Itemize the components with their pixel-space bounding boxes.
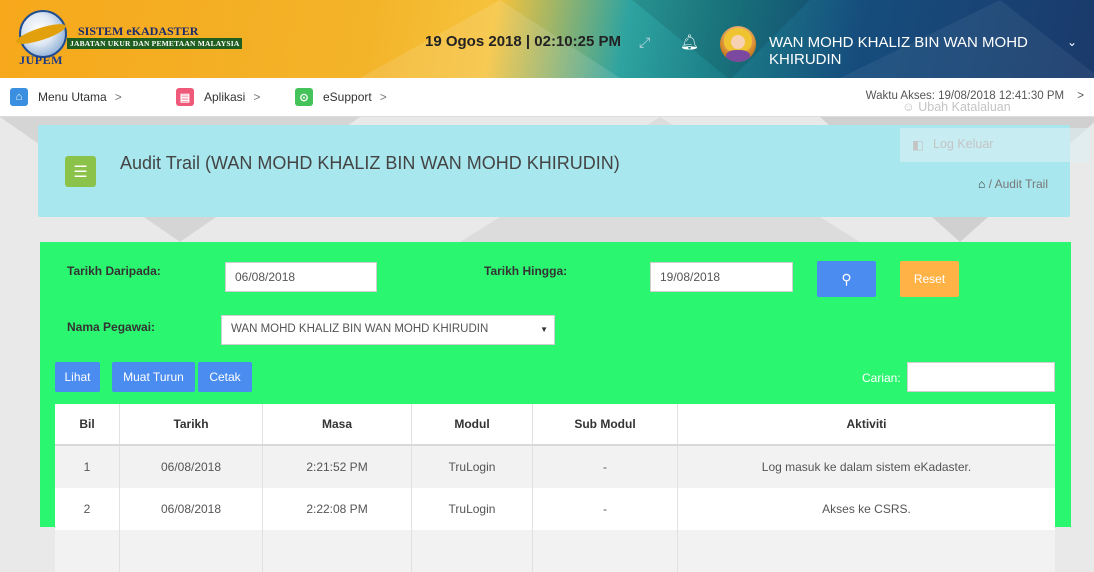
nav-item-esupport[interactable]: ⊙ eSupport > [295, 87, 387, 107]
current-datetime: 19 Ogos 2018 | 02:10:25 PM [425, 33, 621, 50]
chevron-right-icon: > [1077, 90, 1084, 102]
list-icon: ☰ [65, 156, 96, 187]
home-icon: ⌂ [10, 88, 28, 106]
cell-sub-modul: - [532, 488, 678, 530]
nama-pegawai-selected: WAN MOHD KHALIZ BIN WAN MOHD KHIRUDIN [231, 323, 489, 335]
table-row[interactable]: 2 06/08/2018 2:22:08 PM TruLogin - Akses… [55, 488, 1055, 530]
table-row[interactable] [55, 530, 1055, 572]
logout-link[interactable]: ◧ Log Keluar [900, 128, 1090, 162]
cell-tarikh: 06/08/2018 [119, 488, 263, 530]
home-icon[interactable]: ⌂ [978, 177, 985, 191]
audit-filter-panel: Tarikh Daripada: 06/08/2018 Tarikh Hingg… [40, 242, 1071, 572]
column-header-tarikh[interactable]: Tarikh [119, 404, 263, 446]
jupem-logo[interactable]: JUPEM [14, 10, 68, 68]
table-header-row: Bil Tarikh Masa Modul Sub Modul Aktiviti [55, 404, 1055, 446]
breadcrumb: ⌂ / Audit Trail [978, 177, 1048, 191]
nama-pegawai-select[interactable]: WAN MOHD KHALIZ BIN WAN MOHD KHIRUDIN ▼ [221, 315, 555, 345]
tarikh-daripada-input[interactable]: 06/08/2018 [225, 262, 377, 292]
top-header: JUPEM SISTEM eKADASTER JABATAN UKUR DAN … [0, 0, 1094, 78]
nav-item-label: eSupport [323, 90, 372, 104]
brand-subtitle: JABATAN UKUR DAN PEMETAAN MALAYSIA [67, 38, 243, 49]
logout-label: Log Keluar [933, 137, 994, 151]
nama-pegawai-label: Nama Pegawai: [67, 320, 156, 334]
logout-icon: ◧ [912, 138, 924, 152]
user-icon: ☺ [902, 100, 915, 114]
muat-turun-button[interactable]: Muat Turun [112, 362, 195, 392]
cell-tarikh: 06/08/2018 [119, 445, 263, 488]
cell-empty [677, 530, 1055, 572]
reset-button[interactable]: Reset [900, 261, 959, 297]
avatar[interactable] [720, 26, 756, 62]
notification-bell-icon[interactable]: 🔔︎ [680, 33, 699, 51]
chevron-down-icon[interactable]: ⌄ [1067, 35, 1077, 49]
column-header-aktiviti[interactable]: Aktiviti [677, 404, 1055, 446]
avatar-body [726, 50, 750, 62]
column-header-modul[interactable]: Modul [411, 404, 533, 446]
cell-empty [532, 530, 678, 572]
fullscreen-icon[interactable]: ⤢ [639, 34, 650, 51]
cell-aktiviti: Akses ke CSRS. [677, 488, 1055, 530]
cell-empty [411, 530, 533, 572]
nav-item-label: Aplikasi [204, 90, 246, 104]
breadcrumb-current: / Audit Trail [988, 177, 1048, 191]
cell-aktiviti: Log masuk ke dalam sistem eKadaster. [677, 445, 1055, 488]
brand-title: SISTEM eKADASTER [78, 24, 199, 38]
table-row[interactable]: 1 06/08/2018 2:21:52 PM TruLogin - Log m… [55, 445, 1055, 488]
cell-sub-modul: - [532, 445, 678, 488]
column-header-bil[interactable]: Bil [55, 404, 120, 446]
cetak-button[interactable]: Cetak [198, 362, 252, 392]
audit-trail-table: Bil Tarikh Masa Modul Sub Modul Aktiviti… [55, 404, 1055, 572]
search-button[interactable]: ⚲ [817, 261, 876, 297]
cell-bil: 2 [55, 488, 120, 530]
search-icon: ⚲ [841, 270, 852, 287]
lihat-button[interactable]: Lihat [55, 362, 100, 392]
cell-empty [55, 530, 120, 572]
cell-modul: TruLogin [411, 445, 533, 488]
nav-item-aplikasi[interactable]: ▤ Aplikasi > [176, 87, 260, 107]
support-icon: ⊙ [295, 88, 313, 106]
chevron-right-icon: > [253, 90, 261, 104]
change-password-label: Ubah Katalaluan [918, 100, 1011, 114]
cell-empty [119, 530, 263, 572]
chevron-right-icon: > [379, 90, 387, 104]
user-name[interactable]: WAN MOHD KHALIZ BIN WAN MOHD KHIRUDIN [769, 34, 1094, 68]
column-header-masa[interactable]: Masa [262, 404, 412, 446]
tarikh-daripada-label: Tarikh Daripada: [67, 264, 161, 278]
tarikh-hingga-label: Tarikh Hingga: [484, 264, 568, 278]
column-header-sub-modul[interactable]: Sub Modul [532, 404, 678, 446]
cell-masa: 2:21:52 PM [262, 445, 412, 488]
cell-bil: 1 [55, 445, 120, 488]
cell-masa: 2:22:08 PM [262, 488, 412, 530]
nav-item-menu-utama[interactable]: ⌂ Menu Utama > [10, 87, 122, 107]
logo-text: JUPEM [19, 53, 63, 67]
avatar-face [731, 35, 745, 49]
carian-label: Carian: [862, 371, 901, 385]
cell-modul: TruLogin [411, 488, 533, 530]
chevron-right-icon: > [114, 90, 122, 104]
tarikh-hingga-input[interactable]: 19/08/2018 [650, 262, 793, 292]
cell-empty [262, 530, 412, 572]
nav-item-label: Menu Utama [38, 90, 107, 104]
change-password-link[interactable]: ☺ Ubah Katalaluan [902, 100, 1011, 114]
monitor-icon: ▤ [176, 88, 194, 106]
search-input[interactable] [907, 362, 1055, 392]
page-title: Audit Trail (WAN MOHD KHALIZ BIN WAN MOH… [120, 153, 620, 173]
caret-down-icon: ▼ [540, 325, 548, 334]
